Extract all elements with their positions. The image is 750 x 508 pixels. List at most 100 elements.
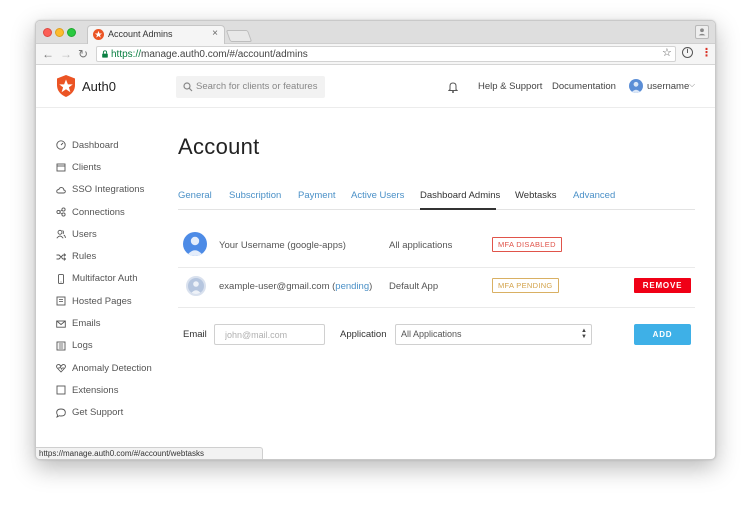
table-row: example-user@gmail.com (pending) Default…	[178, 268, 695, 308]
url-scheme: https://	[111, 49, 142, 60]
sidebar-item-clients[interactable]: Clients	[56, 156, 186, 178]
forward-arrow-icon[interactable]: →	[60, 47, 72, 61]
sidebar-item-multifactor-auth[interactable]: Multifactor Auth	[56, 268, 186, 290]
sidebar-item-label: Rules	[72, 251, 97, 263]
avatar	[183, 232, 207, 256]
url-field[interactable]: https://manage.auth0.com/#/account/admin…	[96, 46, 676, 62]
admin-email-text: example-user@gmail.com	[219, 281, 330, 292]
sidebar-item-connections[interactable]: Connections	[56, 201, 186, 223]
sidebar-item-label: Users	[72, 228, 97, 240]
sidebar-item-label: Hosted Pages	[72, 295, 132, 307]
username-label[interactable]: username	[647, 81, 689, 92]
app-header: Auth0 Search for clients or features Hel…	[36, 66, 715, 108]
browser-tab-title: Account Admins	[108, 29, 173, 39]
help-support-link[interactable]: Help & Support	[478, 81, 542, 92]
new-tab-button[interactable]	[225, 30, 253, 42]
sidebar-item-label: Connections	[72, 206, 125, 218]
sidebar-item-anomaly-detection[interactable]: Anomaly Detection	[56, 357, 186, 379]
mfa-status-badge: MFA DISABLED	[492, 237, 562, 252]
tab-close-icon[interactable]: ×	[212, 28, 218, 39]
tab-webtasks[interactable]: Webtasks	[515, 190, 557, 201]
tab-advanced[interactable]: Advanced	[573, 190, 615, 201]
phone-icon	[58, 274, 64, 284]
sidebar-item-logs[interactable]: Logs	[56, 335, 186, 357]
application-select-value: All Applications	[401, 329, 462, 339]
application-label: Application	[340, 329, 387, 340]
search-icon	[183, 82, 193, 92]
pending-link[interactable]: pending	[335, 281, 369, 292]
window-maximize-button[interactable]	[67, 28, 76, 37]
chevron-down-icon[interactable]: ⌵	[689, 80, 695, 90]
active-tab-indicator	[420, 208, 496, 210]
sidebar-item-label: Clients	[72, 161, 102, 173]
users-icon	[56, 230, 66, 239]
sidebar-item-get-support[interactable]: Get Support	[56, 402, 186, 424]
page-title: Account	[178, 134, 260, 159]
mail-icon	[56, 320, 66, 328]
window-close-button[interactable]	[43, 28, 52, 37]
documentation-link[interactable]: Documentation	[552, 81, 616, 92]
sidebar-item-dashboard[interactable]: Dashboard	[56, 134, 186, 156]
sidebar-item-label: SSO Integrations	[72, 184, 145, 196]
heart-icon	[56, 364, 66, 373]
sidebar-item-hosted-pages[interactable]: Hosted Pages	[56, 290, 186, 312]
url-text: https://manage.auth0.com/#/account/admin…	[111, 49, 308, 60]
info-icon[interactable]: i	[682, 47, 693, 58]
email-field[interactable]	[214, 324, 325, 345]
tab-subscription[interactable]: Subscription	[229, 190, 281, 201]
select-arrows-icon: ▲ ▼	[581, 328, 587, 340]
logo-text: Auth0	[82, 79, 116, 94]
connections-icon	[56, 207, 66, 217]
sidebar-item-label: Dashboard	[72, 139, 119, 151]
tab-active-users[interactable]: Active Users	[351, 190, 404, 201]
sidebar-item-label: Multifactor Auth	[72, 273, 138, 285]
window-minimize-button[interactable]	[55, 28, 64, 37]
profile-icon[interactable]	[695, 25, 709, 39]
admin-email: example-user@gmail.com (pending)	[219, 281, 373, 292]
email-label: Email	[183, 329, 207, 340]
bookmark-star-icon[interactable]: ☆	[662, 46, 672, 59]
sidebar-item-rules[interactable]: Rules	[56, 245, 186, 267]
dashboard-icon	[56, 140, 66, 150]
search-placeholder: Search for clients or features	[196, 81, 318, 92]
sidebar-item-label: Get Support	[72, 407, 124, 419]
extensions-icon	[56, 385, 66, 395]
sidebar-item-extensions[interactable]: Extensions	[56, 379, 186, 401]
page-icon	[56, 296, 66, 306]
chat-icon	[56, 408, 66, 418]
add-admin-form: Email Application All Applications ▲▼ AD…	[178, 324, 695, 346]
admin-application: Default App	[389, 281, 439, 292]
back-arrow-icon[interactable]: ←	[42, 47, 54, 61]
sidebar-item-label: Anomaly Detection	[72, 362, 152, 374]
status-bar: https://manage.auth0.com/#/account/webta…	[36, 447, 263, 459]
cloud-icon	[56, 186, 66, 194]
admin-application: All applications	[389, 240, 453, 251]
status-url: https://manage.auth0.com/#/account/webta…	[39, 449, 204, 458]
sidebar-item-label: Logs	[72, 340, 93, 352]
tab-general[interactable]: General	[178, 190, 212, 201]
tab-payment[interactable]: Payment	[298, 190, 336, 201]
sidebar-item-users[interactable]: Users	[56, 223, 186, 245]
url-path: manage.auth0.com/#/account/admins	[141, 49, 308, 60]
auth0-logo-icon[interactable]	[56, 75, 76, 97]
shuffle-icon	[56, 252, 66, 261]
tab-dashboard-admins[interactable]: Dashboard Admins	[420, 190, 500, 201]
sidebar-item-label: Emails	[72, 318, 101, 330]
application-select[interactable]: All Applications ▲ ▼	[395, 324, 592, 345]
browser-tab-active[interactable]: Account Admins ×	[87, 25, 225, 44]
sidebar-item-sso-integrations[interactable]: SSO Integrations	[56, 179, 186, 201]
remove-admin-button[interactable]: REMOVE	[634, 278, 691, 293]
account-tabs: General Subscription Payment Active User…	[178, 187, 695, 210]
table-row: Your Username (google-apps) All applicat…	[178, 223, 695, 268]
avatar	[186, 276, 206, 296]
add-admin-button[interactable]: ADD	[634, 324, 691, 345]
bell-icon[interactable]	[448, 81, 458, 93]
sidebar-nav: Dashboard Clients SSO Integrations Conne…	[56, 134, 186, 424]
browser-menu-icon[interactable]: ⋮	[701, 46, 712, 59]
admin-name: Your Username (google-apps)	[219, 240, 346, 251]
search-box[interactable]: Search for clients or features	[176, 76, 325, 98]
sidebar-item-emails[interactable]: Emails	[56, 312, 186, 334]
reload-icon[interactable]: ↻	[78, 47, 88, 61]
user-avatar[interactable]	[629, 79, 643, 93]
address-bar: ← → ↻ https://manage.auth0.com/#/account…	[36, 44, 715, 65]
